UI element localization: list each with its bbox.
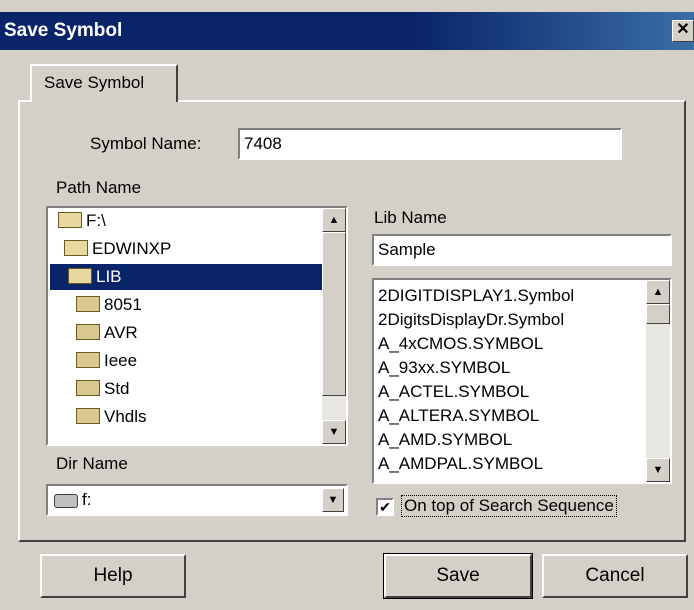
window-title: Save Symbol bbox=[4, 20, 123, 41]
path-item[interactable]: Vhdls bbox=[76, 404, 147, 430]
path-item-selected[interactable]: LIB bbox=[50, 264, 322, 290]
tab-save-symbol[interactable]: Save Symbol bbox=[30, 64, 178, 102]
dir-name-select[interactable]: f: ▼ bbox=[46, 484, 348, 516]
save-symbol-dialog: Save Symbol ✕ Save Symbol Symbol Name: 7… bbox=[0, 0, 694, 610]
search-sequence-label[interactable]: On top of Search Sequence bbox=[401, 495, 617, 517]
scroll-down-button[interactable]: ▼ bbox=[646, 458, 670, 482]
path-item[interactable]: AVR bbox=[76, 320, 138, 346]
search-sequence-checkbox[interactable]: ✔ bbox=[376, 498, 394, 516]
title-bar[interactable]: Save Symbol ✕ bbox=[0, 12, 694, 50]
path-name-list[interactable]: F:\ EDWINXP LIB 8051 AVR Ieee Std Vhdls … bbox=[46, 206, 348, 446]
lib-item[interactable]: 2DigitsDisplayDr.Symbol bbox=[378, 308, 564, 332]
folder-icon bbox=[76, 295, 100, 312]
dir-name-label: Dir Name bbox=[56, 454, 128, 473]
open-folder-icon bbox=[68, 267, 92, 284]
lib-name-label: Lib Name bbox=[374, 208, 447, 227]
lib-item[interactable]: A_AMD.SYMBOL bbox=[378, 428, 512, 452]
lib-item[interactable]: A_ACTEL.SYMBOL bbox=[378, 380, 529, 404]
lib-scrollbar[interactable]: ▲ ▼ bbox=[646, 280, 670, 482]
lib-item[interactable]: A_AMDPAL.SYMBOL bbox=[378, 452, 543, 476]
dir-name-value: f: bbox=[82, 490, 92, 509]
symbol-name-input[interactable]: 7408 bbox=[238, 128, 622, 160]
save-button[interactable]: Save bbox=[383, 553, 533, 599]
scroll-thumb[interactable] bbox=[322, 232, 346, 396]
path-item[interactable]: Ieee bbox=[76, 348, 137, 374]
tab-label: Save Symbol bbox=[44, 73, 145, 92]
symbol-name-label: Symbol Name: bbox=[90, 134, 202, 153]
path-item[interactable]: F:\ bbox=[58, 208, 106, 234]
folder-icon bbox=[76, 323, 100, 340]
folder-icon bbox=[76, 407, 100, 424]
open-folder-icon bbox=[64, 239, 88, 256]
close-button[interactable]: ✕ bbox=[672, 20, 694, 42]
scroll-up-button[interactable]: ▲ bbox=[646, 280, 670, 304]
folder-icon bbox=[76, 351, 100, 368]
chevron-down-icon[interactable]: ▼ bbox=[322, 488, 344, 512]
open-folder-icon bbox=[58, 211, 82, 228]
lib-item[interactable]: A_ALTERA.SYMBOL bbox=[378, 404, 539, 428]
lib-list[interactable]: 2DIGITDISPLAY1.Symbol 2DigitsDisplayDr.S… bbox=[372, 278, 672, 484]
lib-item[interactable]: 2DIGITDISPLAY1.Symbol bbox=[378, 284, 574, 308]
lib-item[interactable]: A_93xx.SYMBOL bbox=[378, 356, 510, 380]
scroll-thumb[interactable] bbox=[646, 304, 670, 324]
help-button[interactable]: Help bbox=[40, 554, 186, 598]
scroll-down-button[interactable]: ▼ bbox=[322, 420, 346, 444]
cancel-button[interactable]: Cancel bbox=[542, 554, 688, 598]
lib-name-input[interactable]: Sample bbox=[372, 234, 672, 266]
path-scrollbar[interactable]: ▲ ▼ bbox=[322, 208, 346, 444]
drive-icon bbox=[54, 494, 78, 508]
path-name-label: Path Name bbox=[56, 178, 142, 197]
scroll-up-button[interactable]: ▲ bbox=[322, 208, 346, 232]
path-item[interactable]: Std bbox=[76, 376, 130, 402]
folder-icon bbox=[76, 379, 100, 396]
path-item[interactable]: EDWINXP bbox=[64, 236, 171, 262]
lib-item[interactable]: A_4xCMOS.SYMBOL bbox=[378, 332, 543, 356]
path-item[interactable]: 8051 bbox=[76, 292, 142, 318]
